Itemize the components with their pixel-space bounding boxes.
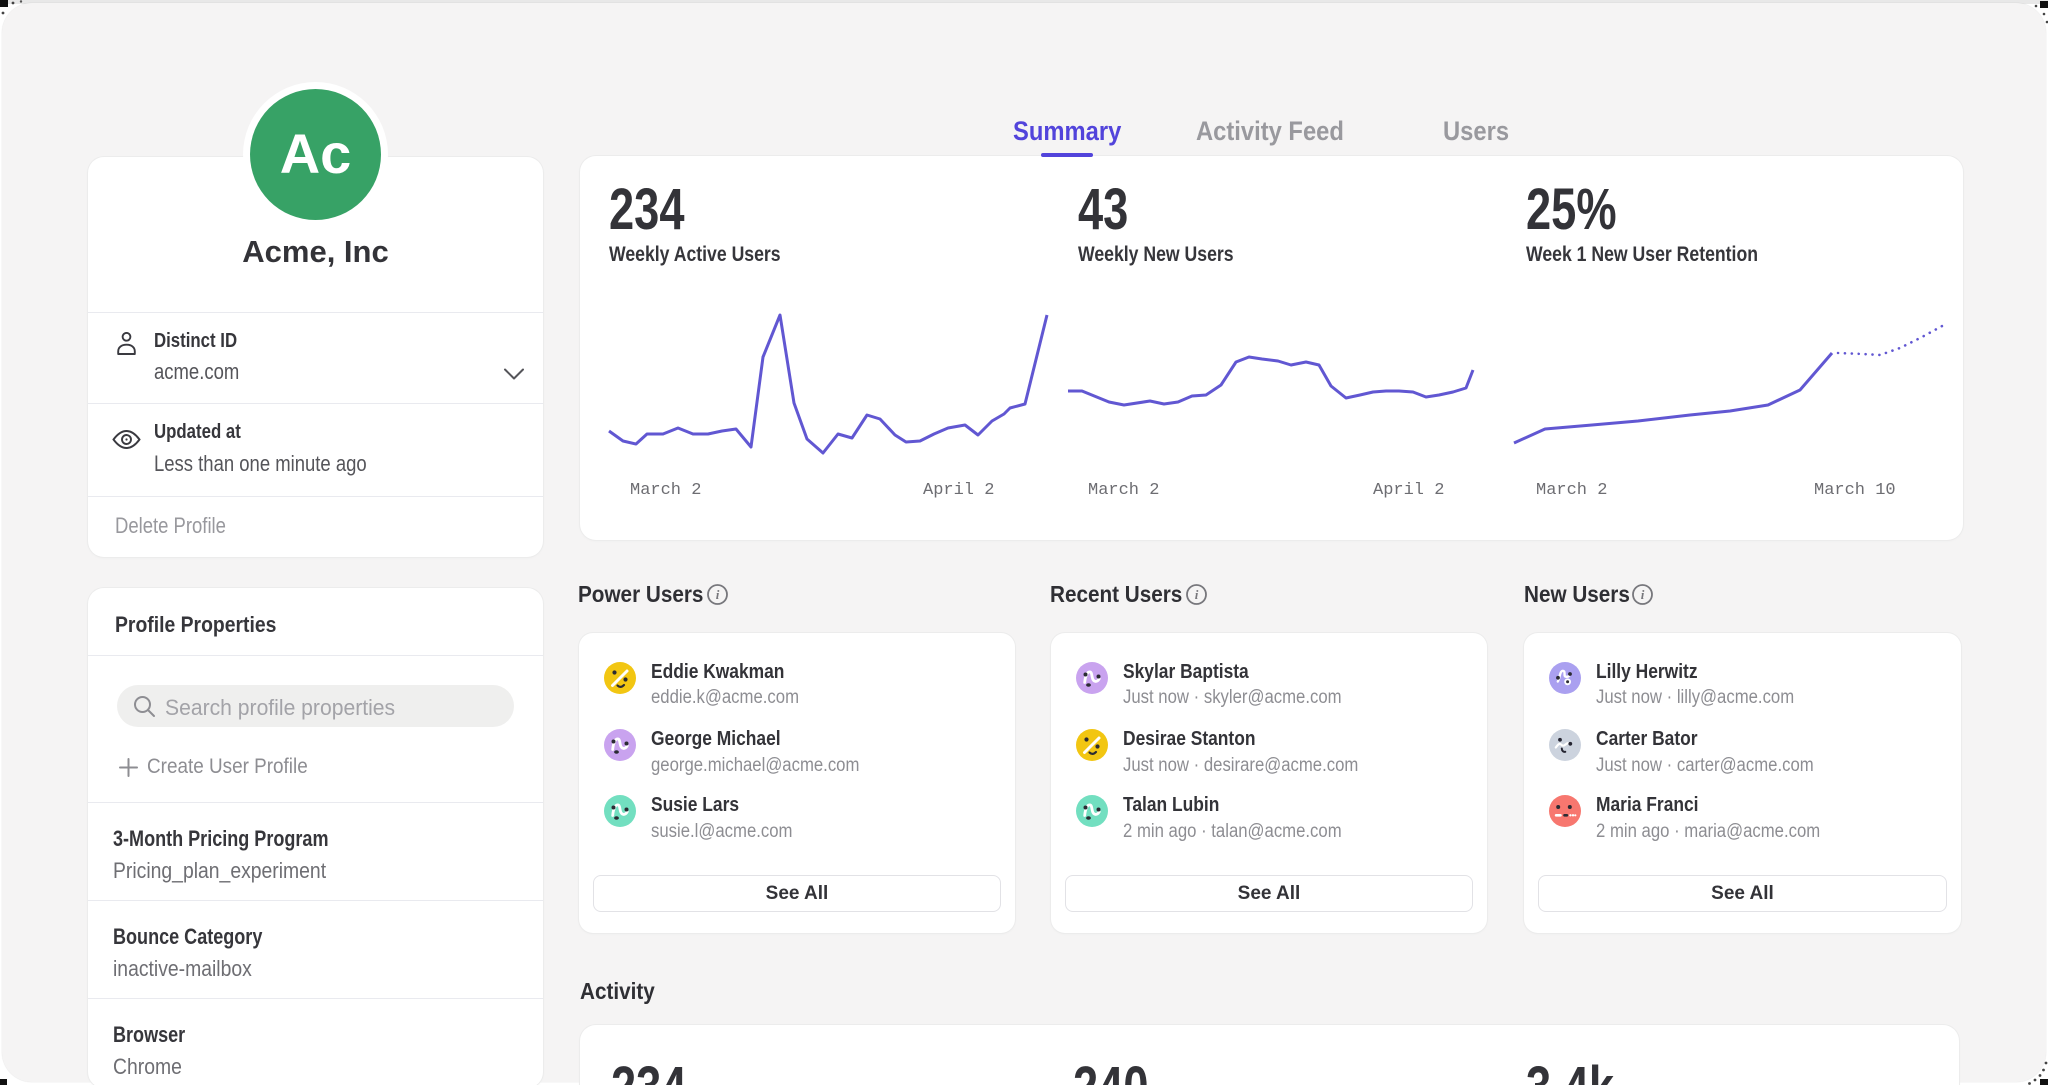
svg-text:i: i — [1641, 587, 1645, 602]
svg-text:i: i — [716, 587, 720, 602]
svg-text:i: i — [1195, 587, 1199, 602]
